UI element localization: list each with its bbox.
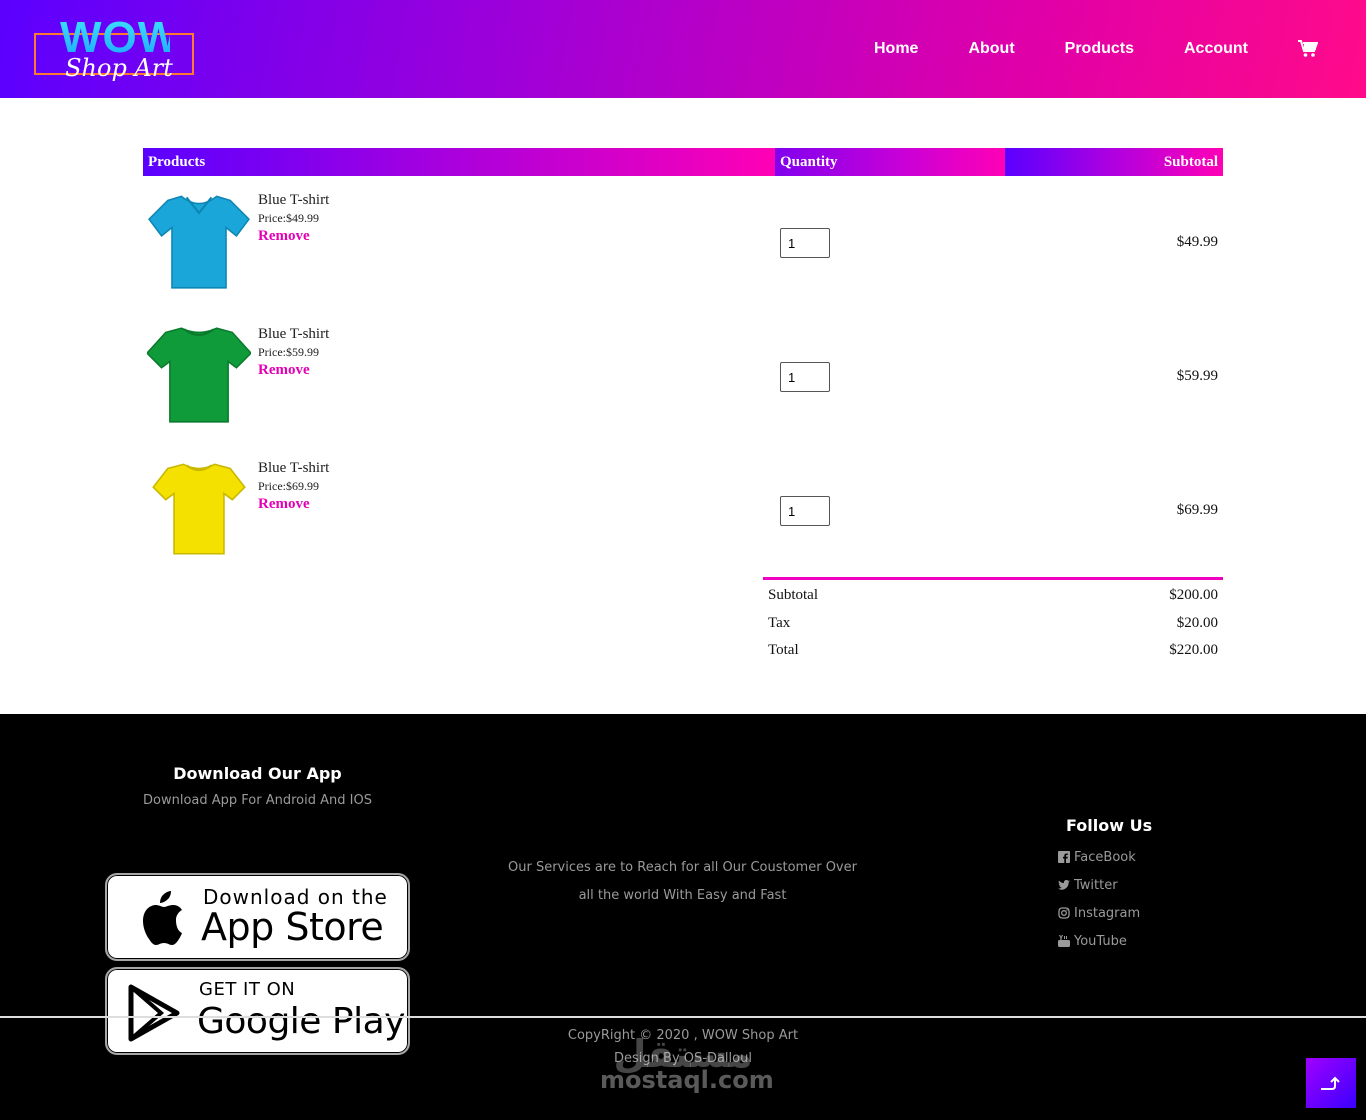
quantity-input[interactable] — [780, 496, 830, 526]
header-subtotal: Subtotal — [1005, 148, 1223, 176]
social-label: Instagram — [1074, 905, 1141, 921]
instagram-icon — [1058, 907, 1070, 919]
totals-label: Subtotal — [768, 587, 819, 603]
product-name: Blue T-shirt — [258, 192, 330, 208]
totals-value: $200.00 — [1169, 587, 1218, 603]
youtube-icon — [1058, 935, 1070, 947]
totals-row-tax: Tax $20.00 — [763, 608, 1223, 636]
header-products: Products — [143, 148, 775, 176]
footer-divider — [0, 1016, 1366, 1018]
cart-icon[interactable] — [1298, 40, 1319, 58]
social-link-facebook[interactable]: FaceBook — [1058, 843, 1152, 871]
scroll-to-top-button[interactable] — [1306, 1058, 1356, 1108]
totals-value: $220.00 — [1169, 642, 1218, 658]
brand-logo[interactable]: WOW Shop Art — [34, 16, 196, 86]
quantity-input[interactable] — [780, 228, 830, 258]
table-row: Blue T-shirt Price:$49.99 Remove $49.99 — [143, 176, 1223, 310]
row-subtotal: $59.99 — [1176, 368, 1218, 384]
social-link-instagram[interactable]: Instagram — [1058, 899, 1152, 927]
header-quantity: Quantity — [775, 148, 1005, 176]
nav-about[interactable]: About — [968, 40, 1014, 58]
follow-title: Follow Us — [1066, 816, 1153, 835]
watermark: mostaql.com — [600, 1066, 774, 1094]
social-label: Twitter — [1074, 877, 1118, 893]
remove-link[interactable]: Remove — [258, 495, 329, 513]
totals-label: Total — [768, 642, 799, 658]
nav-home[interactable]: Home — [874, 40, 918, 58]
tshirt-image — [152, 463, 246, 555]
totals-row-subtotal: Subtotal $200.00 — [763, 580, 1223, 608]
quantity-input[interactable] — [780, 362, 830, 392]
twitter-icon — [1058, 879, 1070, 890]
social-label: YouTube — [1074, 933, 1127, 949]
cart-table: Products Quantity Subtotal Blue T-shirt … — [143, 148, 1223, 578]
arrow-up-icon — [1321, 1076, 1340, 1090]
apple-icon — [143, 891, 182, 945]
product-info: Blue T-shirt Price:$69.99 Remove — [258, 460, 329, 513]
social-label: FaceBook — [1074, 849, 1136, 865]
table-header: Products Quantity Subtotal — [143, 148, 1223, 176]
tshirt-image — [147, 327, 251, 423]
table-row: Blue T-shirt Price:$59.99 Remove $59.99 — [143, 310, 1223, 444]
remove-link[interactable]: Remove — [258, 361, 329, 379]
product-name: Blue T-shirt — [258, 460, 330, 476]
table-row: Blue T-shirt Price:$69.99 Remove $69.99 — [143, 444, 1223, 578]
logo-script: Shop Art — [65, 54, 173, 82]
product-price: Price:$49.99 — [258, 211, 319, 225]
site-header: WOW Shop Art Home About Products Account — [0, 0, 1366, 98]
totals-row-total: Total $220.00 — [763, 635, 1223, 663]
totals-label: Tax — [768, 614, 791, 631]
follow-us-section: Follow Us FaceBook Twitter Instagram You… — [1058, 816, 1152, 955]
nav-products[interactable]: Products — [1065, 40, 1134, 58]
social-link-youtube[interactable]: YouTube — [1058, 927, 1152, 955]
services-line: all the world With Easy and Fast — [578, 888, 787, 903]
nav-account[interactable]: Account — [1184, 40, 1248, 58]
app-subtitle: Download App For Android And IOS — [143, 793, 372, 808]
remove-link[interactable]: Remove — [258, 227, 329, 245]
tshirt-image — [148, 195, 250, 289]
product-name: Blue T-shirt — [258, 326, 330, 342]
facebook-icon — [1058, 851, 1070, 863]
app-store-button[interactable]: Download on the App Store — [105, 873, 410, 961]
row-subtotal: $49.99 — [1176, 234, 1218, 250]
product-info: Blue T-shirt Price:$59.99 Remove — [258, 326, 329, 379]
product-price: Price:$69.99 — [258, 479, 319, 493]
services-text: Our Services are to Reach for all Our Co… — [470, 854, 895, 910]
product-info: Blue T-shirt Price:$49.99 Remove — [258, 192, 329, 245]
google-play-small-text: GET IT ON — [199, 979, 296, 1000]
product-price: Price:$59.99 — [258, 345, 319, 359]
social-link-twitter[interactable]: Twitter — [1058, 871, 1152, 899]
row-subtotal: $69.99 — [1176, 502, 1218, 518]
download-app-section: Download Our App Download App For Androi… — [105, 764, 410, 1055]
app-store-big-text: App Store — [201, 905, 384, 949]
app-title: Download Our App — [173, 764, 342, 783]
cart-totals: Subtotal $200.00 Tax $20.00 Total $220.0… — [763, 577, 1223, 663]
site-footer: Download Our App Download App For Androi… — [0, 714, 1366, 1120]
main-nav: Home About Products Account — [824, 40, 1319, 58]
totals-value: $20.00 — [1176, 614, 1218, 631]
services-line: Our Services are to Reach for all Our Co… — [508, 860, 857, 875]
